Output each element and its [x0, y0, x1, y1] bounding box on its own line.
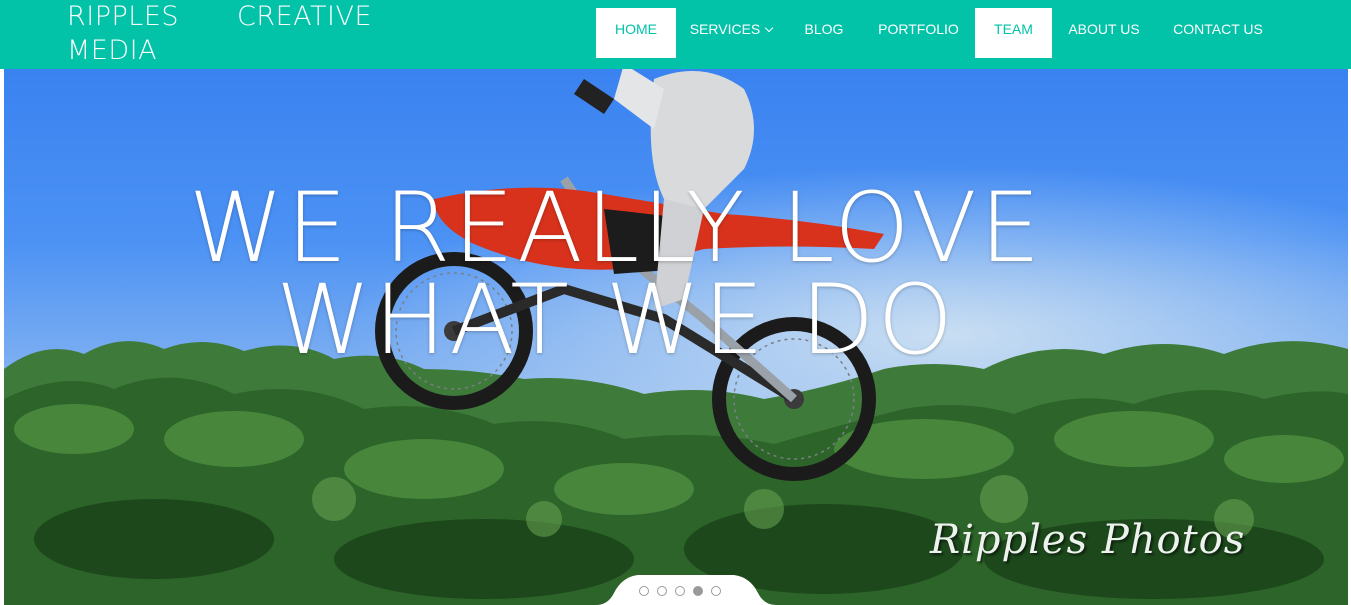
nav-item-services[interactable]: SERVICES [683, 8, 779, 58]
nav-item-about-us[interactable]: ABOUT US [1062, 8, 1146, 58]
hero-headline: WE REALLY LOVE WHAT WE DO [4, 172, 1228, 376]
nav-label-contact-us: CONTACT US [1173, 21, 1263, 37]
hero-headline-line-2: WHAT WE DO [275, 264, 957, 376]
brand-word-creative: CREATIVE [237, 1, 373, 32]
hero-headline-line-1: WE REALLY LOVE [188, 172, 1044, 284]
slide-dot-3[interactable] [675, 586, 685, 596]
site-logo[interactable]: RIPPLES CREATIVE MEDIA [67, 0, 387, 68]
pagination-tab-shape [596, 575, 776, 605]
slide-dot-5[interactable] [711, 586, 721, 596]
nav-item-home[interactable]: HOME [596, 8, 676, 58]
nav-label-blog: BLOG [804, 21, 844, 37]
nav-label-home: HOME [615, 21, 657, 37]
nav-label-about-us: ABOUT US [1068, 21, 1140, 37]
brand-word-media: MEDIA [67, 35, 158, 66]
nav-label-team: TEAM [994, 21, 1033, 37]
chevron-down-icon [765, 23, 774, 33]
slide-dot-2[interactable] [657, 586, 667, 596]
nav-item-contact-us[interactable]: CONTACT US [1168, 8, 1268, 58]
nav-item-team[interactable]: TEAM [975, 8, 1052, 58]
slide-dot-4[interactable] [693, 586, 703, 596]
nav-label-services: SERVICES [689, 21, 761, 37]
site-header: RIPPLES CREATIVE MEDIA HOME SERVICES BLOG… [0, 0, 1351, 69]
slider-pagination [596, 575, 776, 605]
nav-item-blog[interactable]: BLOG [792, 8, 856, 58]
nav-item-portfolio[interactable]: PORTFOLIO [871, 8, 966, 58]
hero-slider: WE REALLY LOVE WHAT WE DO Ripples Photos [4, 69, 1348, 605]
slide-dot-1[interactable] [639, 586, 649, 596]
photo-watermark: Ripples Photos [930, 517, 1246, 563]
nav-label-portfolio: PORTFOLIO [878, 21, 959, 37]
brand-word-ripples: RIPPLES [67, 1, 180, 32]
